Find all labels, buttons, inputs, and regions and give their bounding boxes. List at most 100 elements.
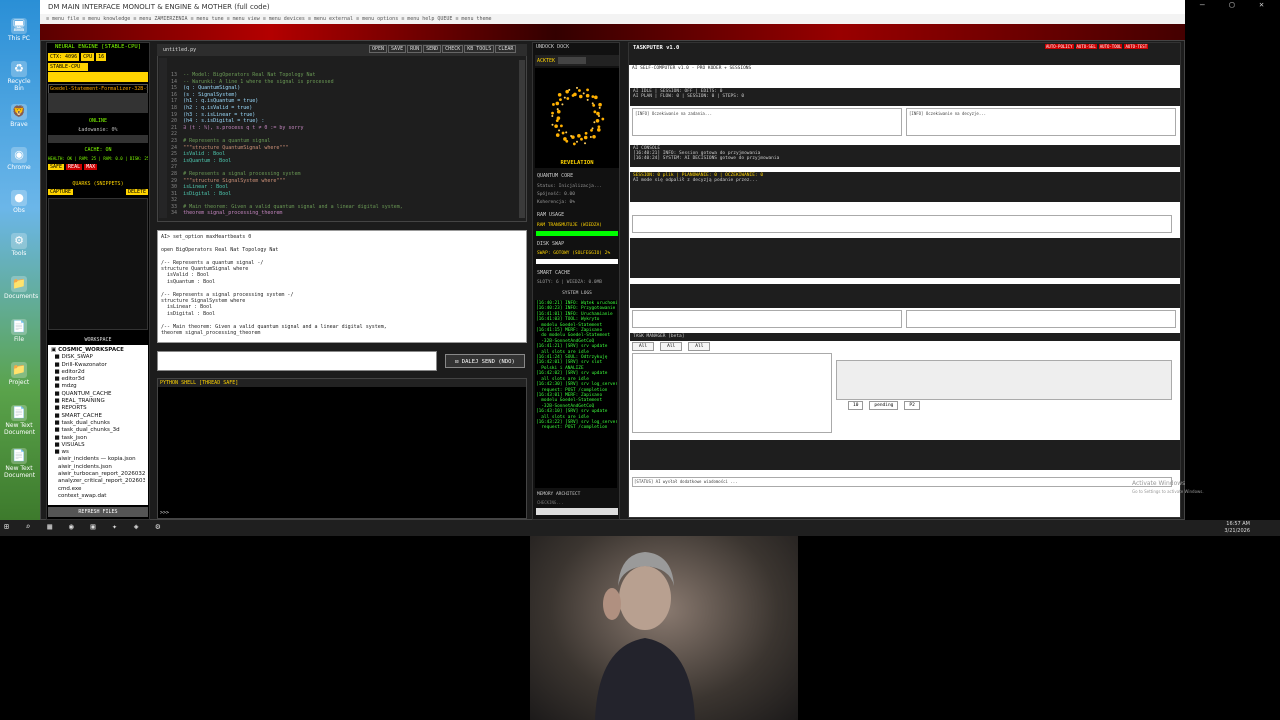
task-list[interactable] [632, 353, 832, 433]
ring-dot [555, 101, 560, 106]
line-number: 17 [168, 98, 184, 105]
memory-checking: CHECKING... [537, 500, 564, 505]
desktop-icon[interactable]: 📄 New Text Document [4, 448, 35, 482]
app-icon: ◉ [11, 147, 27, 163]
editor-toolbar-button[interactable]: SAVE [388, 45, 407, 53]
desktop-icon[interactable]: 🦁 Brave [4, 104, 34, 138]
undock-controls[interactable]: UNDOCK DOCK [536, 44, 569, 50]
capture-button[interactable]: CAPTURE [48, 189, 74, 195]
refresh-files-button[interactable]: REFRESH FILES [48, 507, 148, 517]
ring-dot [576, 140, 578, 143]
app-icon: ● [11, 190, 27, 206]
file-tree-item[interactable]: ■ editor2d [51, 369, 145, 376]
code-text: -- Model: BigOperators Real Nat Topology… [183, 72, 316, 78]
line-number: 23 [168, 137, 184, 144]
file-tree-item[interactable]: context_swap.dat [51, 493, 145, 500]
file-tree-item[interactable]: ■ VISUALS [51, 442, 145, 449]
code-text: isValid : Bool [183, 151, 226, 158]
editor-toolbar-button[interactable]: CHECK [442, 45, 464, 53]
threads-value[interactable]: 16 [96, 53, 107, 61]
desktop-icon[interactable]: ⚙ Tools [4, 233, 34, 267]
file-tree-item[interactable]: ■ task_dual_chunks [51, 420, 145, 427]
taskbar-clock[interactable]: 16:57 AM 3/21/2026 [1224, 521, 1250, 535]
menu-bar[interactable]: ≡ menu file ≡ menu knowledge ≡ menu ZAMI… [40, 14, 1185, 24]
desktop-icon[interactable]: 📄 New Text Document [4, 405, 35, 439]
file-tree-item[interactable]: aiwir_incidents — kopia.json [51, 456, 145, 463]
file-tree-item[interactable]: ■ ws [51, 449, 145, 456]
memory-architect-title: MEMORY ARCHITECT [537, 492, 581, 497]
line-number: 18 [168, 104, 184, 111]
task-status-select[interactable]: pending [869, 401, 899, 410]
cpu-value[interactable]: CPU [81, 53, 95, 61]
desktop-icon[interactable]: 📁 Project [4, 362, 34, 396]
file-tree-item[interactable]: ■ SMART_CACHE [51, 413, 145, 420]
desktop-icon[interactable]: ● Obs [4, 190, 34, 224]
model-info-box [48, 93, 148, 113]
file-tree-item[interactable]: aiwir_incidents.json [51, 464, 145, 471]
acktek-select[interactable] [558, 57, 587, 64]
code-line: 27 [168, 164, 523, 171]
line-number: 14 [168, 78, 184, 85]
filter-status[interactable]: All [632, 342, 655, 351]
ring-dot [563, 96, 566, 99]
task-priority-select[interactable]: P2 [904, 401, 920, 410]
file-tree-item[interactable]: ■ DISK_SWAP [51, 354, 145, 361]
editor-code[interactable]: 13 -- Model: BigOperators Real Nat Topol… [168, 72, 523, 217]
editor-toolbar-button[interactable]: RUN [407, 45, 423, 53]
max-button[interactable]: MAX [84, 164, 98, 170]
file-tree-item[interactable]: ■ task_dual_chunks_3d [51, 427, 145, 434]
file-tree-item[interactable]: ■ task_json [51, 435, 145, 442]
file-tree-item[interactable]: cmd.exe [51, 486, 145, 493]
auto-tool-badge[interactable]: AUTO-TOOL [1098, 44, 1123, 49]
delete-button[interactable]: DELETE [125, 189, 148, 195]
file-tree-item[interactable]: analyzer_critical_report_2026032 [51, 478, 145, 485]
editor-scrollbar[interactable] [519, 60, 525, 218]
ring-dot [556, 116, 561, 120]
send-button[interactable]: ⊡ DALEJ SEND (NDO) [445, 354, 525, 368]
desktop-icon[interactable]: 📁 Documents [4, 276, 38, 310]
editor-toolbar-button[interactable]: OPEN [369, 45, 388, 53]
ring-dot [572, 142, 576, 146]
file-tree-item[interactable]: ■ Drill-Kwazonator [51, 362, 145, 369]
file-tree-item[interactable]: ■ REAL_TRAINING [51, 398, 145, 405]
filter-type[interactable]: All [688, 342, 711, 351]
auto-policy-badge[interactable]: AUTO-POLICY [1045, 44, 1074, 49]
filter-priority[interactable]: All [660, 342, 683, 351]
safe-button[interactable]: SAFE [48, 164, 65, 170]
line-number: 26 [168, 157, 184, 164]
auto-sel-badge[interactable]: AUTO-SEL [1075, 44, 1097, 49]
snippets-list[interactable] [48, 198, 148, 330]
file-tree-item[interactable]: ■ REPORTS [51, 405, 145, 412]
task-id-field[interactable]: 10 [848, 401, 864, 410]
ai-plan-line: AI PLAN | FLOW: 0 | SESSION: 0 | STEPS: … [633, 94, 745, 99]
disk-swap-title: DISK SWAP [537, 241, 565, 247]
file-tree[interactable]: ▣ COSMIC_WORKSPACE ■ DISK_SWAP ■ Drill-K… [48, 345, 148, 505]
line-number: 21 [168, 124, 184, 131]
prompt-input[interactable] [157, 351, 437, 371]
python-shell[interactable] [157, 378, 527, 519]
editor-toolbar-button[interactable]: CLEAR [495, 45, 517, 53]
decision-input[interactable] [632, 215, 1172, 233]
notice-box-left: [INFO] Oczekiwanie na zadania... [632, 108, 902, 136]
code-line: 26 isQuantum : Bool [168, 158, 523, 165]
desktop-icon[interactable]: 🖥 This PC [4, 18, 34, 52]
taskbar-icons[interactable]: ⊞ ⌕ ▦ ◉ ▣ ✦ ◈ ⚙ [4, 522, 166, 531]
editor-toolbar-button[interactable]: KB TOOLS [464, 45, 495, 53]
file-tree-item[interactable]: ■ mdzg [51, 383, 145, 390]
cpu-row: CTX: 4096 CPU 16 [48, 53, 148, 61]
desktop-icon[interactable]: ♻ Recycle Bin [4, 61, 34, 95]
code-line: 17 (h1 : q.isQuantum = true) [168, 98, 523, 105]
file-tree-item[interactable]: ■ editor3d [51, 376, 145, 383]
editor-toolbar-button[interactable]: SEND [423, 45, 442, 53]
person-silhouette [595, 552, 695, 720]
ram-bar [536, 231, 618, 236]
file-tree-item[interactable]: ■ QUANTUM_CACHE [51, 391, 145, 398]
ctx-value[interactable]: CTX: 4096 [48, 53, 80, 61]
file-tree-item[interactable]: aiwir_turbocan_report_20260320 [51, 471, 145, 478]
window-controls[interactable]: — ▢ ✕ [1200, 0, 1274, 9]
auto-test-badge[interactable]: AUTO-TEST [1124, 44, 1149, 49]
desktop-icon[interactable]: 📄 File [4, 319, 34, 353]
desktop-icon[interactable]: ◉ Chrome [4, 147, 34, 181]
file-tree-item[interactable]: ▣ COSMIC_WORKSPACE [51, 347, 145, 354]
real-button[interactable]: REAL [66, 164, 83, 170]
